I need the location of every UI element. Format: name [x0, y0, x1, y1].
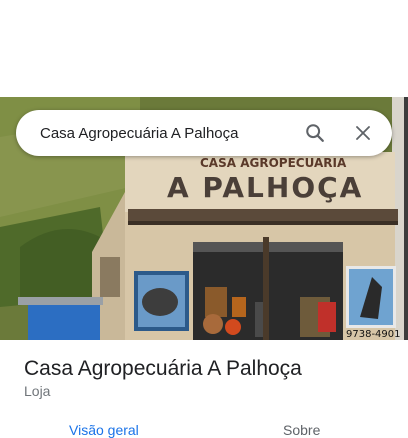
scrollbar[interactable]: [404, 97, 408, 340]
search-input[interactable]: Casa Agropecuária A Palhoça: [40, 125, 300, 142]
phone-fragment-text: 9738-4901: [346, 329, 401, 340]
tab-about[interactable]: Sobre: [283, 422, 320, 438]
place-info-panel: Casa Agropecuária A Palhoça Loja Visão g…: [0, 340, 408, 438]
map-top-area: [0, 0, 408, 97]
sign-big-text: A PALHOÇA: [167, 171, 363, 204]
place-title: Casa Agropecuária A Palhoça: [24, 357, 302, 380]
search-icon[interactable]: [300, 118, 330, 148]
tab-overview[interactable]: Visão geral: [69, 422, 139, 438]
close-icon[interactable]: [348, 118, 378, 148]
place-category: Loja: [24, 383, 51, 399]
search-box[interactable]: Casa Agropecuária A Palhoça: [16, 110, 392, 156]
sign-small-text: CASA AGROPECUARIA: [200, 156, 347, 170]
